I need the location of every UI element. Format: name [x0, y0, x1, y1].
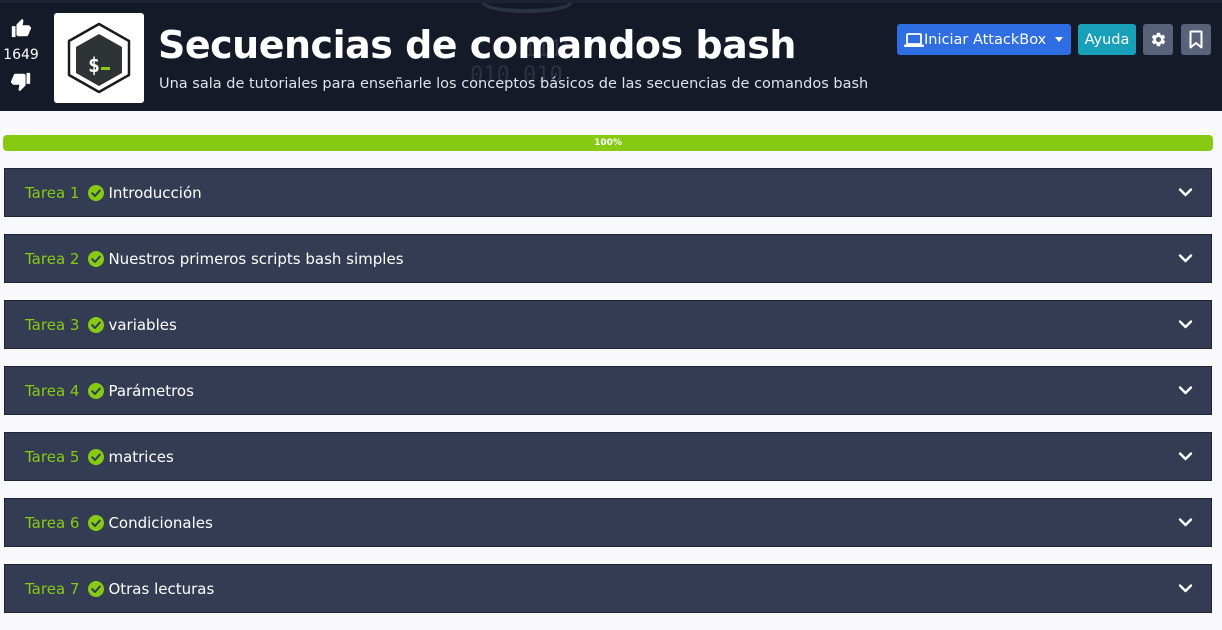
task-row[interactable]: Tarea 7 Otras lecturas: [4, 564, 1212, 613]
vote-panel: 1649: [0, 17, 42, 93]
progress-label: 100%: [594, 138, 622, 148]
check-circle-icon: [88, 514, 105, 531]
room-logo: $: [54, 13, 144, 103]
task-row[interactable]: Tarea 4 Parámetros: [4, 366, 1212, 415]
chevron-down-icon[interactable]: [1178, 449, 1193, 464]
check-circle-icon: [88, 580, 105, 597]
task-list: Tarea 1 Introducción Tarea 2 Nuestros prime…: [4, 168, 1212, 630]
attackbox-label: Iniciar AttackBox: [924, 31, 1047, 48]
thumbs-up-icon[interactable]: [10, 17, 32, 39]
task-title: Otras lecturas: [108, 579, 215, 598]
laptop-icon: [904, 32, 924, 47]
start-attackbox-button[interactable]: Iniciar AttackBox: [897, 24, 1071, 55]
gear-icon: [1151, 32, 1165, 47]
task-number: Tarea 6: [25, 513, 80, 532]
chevron-down-icon[interactable]: [1178, 515, 1193, 530]
task-row[interactable]: Tarea 1 Introducción: [4, 168, 1212, 217]
page-subtitle: Una sala de tutoriales para enseñarle lo…: [159, 76, 869, 92]
task-title: matrices: [108, 447, 174, 466]
task-title: Introducción: [108, 183, 202, 202]
check-circle-icon: [88, 448, 105, 465]
check-circle-icon: [88, 250, 105, 267]
page-title: Secuencias de comandos bash: [158, 23, 796, 67]
task-title: Condicionales: [108, 513, 213, 532]
chevron-down-icon[interactable]: [1050, 24, 1068, 55]
task-title: Parámetros: [108, 381, 194, 400]
chevron-down-icon[interactable]: [1178, 251, 1193, 266]
chevron-down-icon[interactable]: [1178, 317, 1193, 332]
check-circle-icon: [88, 382, 105, 399]
task-number: Tarea 5: [25, 447, 80, 466]
chevron-down-icon[interactable]: [1178, 383, 1193, 398]
chevron-down-icon[interactable]: [1178, 581, 1193, 596]
task-row[interactable]: Tarea 3 variables: [4, 300, 1212, 349]
task-number: Tarea 7: [25, 579, 80, 598]
progress-fill: 100%: [3, 135, 1213, 151]
bookmark-icon: [1189, 30, 1203, 49]
task-row[interactable]: Tarea 2 Nuestros primeros scripts bash si…: [4, 234, 1212, 283]
task-number: Tarea 3: [25, 315, 80, 334]
task-title: Nuestros primeros scripts bash simples: [108, 249, 404, 268]
settings-button[interactable]: [1143, 24, 1173, 55]
vote-count: 1649: [3, 47, 39, 63]
task-number: Tarea 1: [25, 183, 80, 202]
bash-terminal-icon: $: [67, 22, 131, 94]
task-number: Tarea 4: [25, 381, 80, 400]
check-circle-icon: [88, 316, 105, 333]
chevron-down-icon[interactable]: [1178, 185, 1193, 200]
task-row[interactable]: Tarea 5 matrices: [4, 432, 1212, 481]
check-circle-icon: [88, 184, 105, 201]
bookmark-button[interactable]: [1181, 24, 1211, 55]
task-number: Tarea 2: [25, 249, 80, 268]
room-header: 1110 010 010 1649 $ Secuencias de comand…: [0, 0, 1222, 111]
thumbs-down-icon[interactable]: [10, 71, 32, 93]
help-button[interactable]: Ayuda: [1078, 24, 1136, 55]
room-progress-bar: 100%: [3, 135, 1213, 151]
task-row[interactable]: Tarea 6 Condicionales: [4, 498, 1212, 547]
task-title: variables: [108, 315, 177, 334]
svg-text:$: $: [88, 53, 100, 77]
